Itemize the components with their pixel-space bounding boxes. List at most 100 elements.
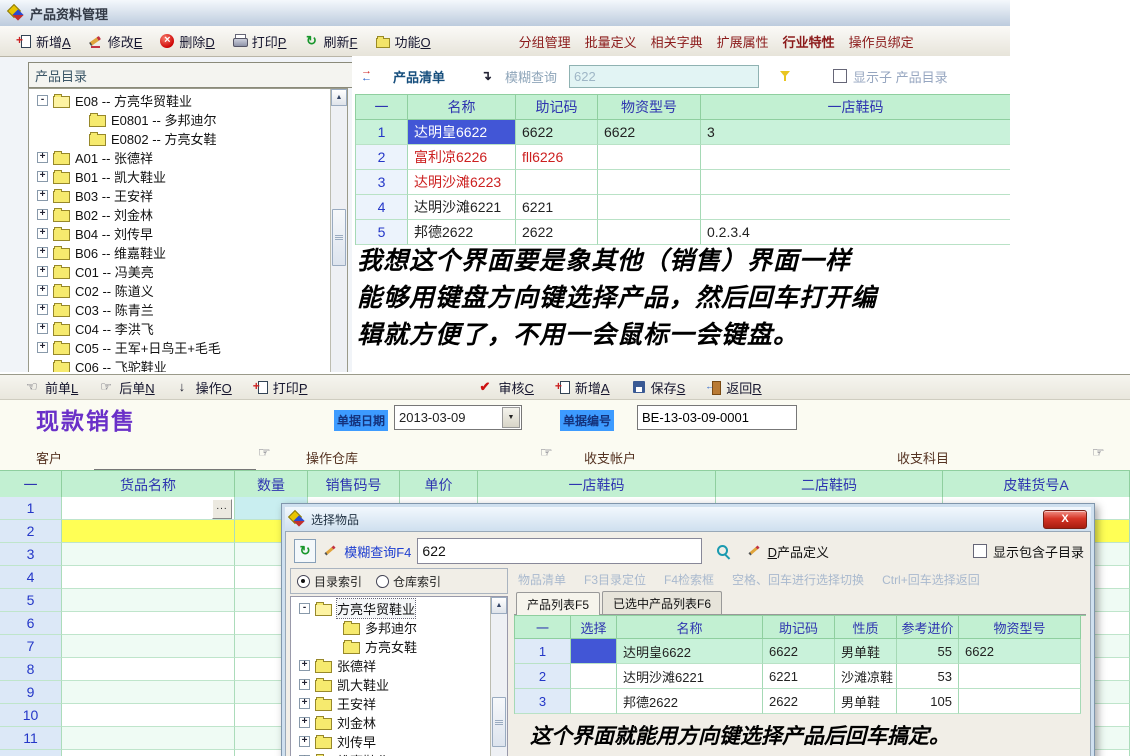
tree-expander-icon[interactable] — [299, 660, 310, 671]
cell-model[interactable] — [598, 145, 701, 170]
table-row[interactable]: 3 达明沙滩6223 — [355, 170, 1010, 195]
cell-item-name[interactable]: ... — [62, 612, 235, 635]
column-header[interactable]: 物资型号 — [598, 95, 701, 120]
prev-doc-button[interactable]: 前单L — [26, 378, 78, 397]
tree-item[interactable]: C02 -- 陈道义 — [29, 281, 347, 300]
cell-ref-price[interactable]: 53 — [897, 664, 959, 689]
table-row[interactable]: 2 达明沙滩6221 6221 沙滩凉鞋 53 — [514, 664, 1086, 689]
product-window-titlebar[interactable]: 产品资料管理 — [0, 0, 1010, 27]
table-row[interactable]: 1 达明皇6622 6622 男单鞋 55 6622 — [514, 639, 1086, 664]
column-header[interactable]: 一 — [356, 95, 408, 120]
cell-nature[interactable]: 沙滩凉鞋 — [835, 664, 897, 689]
show-sub-checkbox[interactable] — [833, 69, 847, 83]
tree-item[interactable]: B04 -- 刘传早 — [29, 224, 347, 243]
tree-item[interactable]: 刘金林 — [291, 713, 507, 732]
scrollbar-thumb[interactable] — [332, 209, 346, 266]
cell-shoe-size[interactable] — [701, 195, 1010, 220]
dialog-titlebar[interactable]: 选择物品 X — [285, 507, 1091, 531]
tree-item[interactable]: E0802 -- 方亮女鞋 — [29, 129, 347, 148]
column-header[interactable]: 性质 — [835, 616, 897, 639]
column-header[interactable]: 皮鞋货号A — [943, 471, 1130, 499]
column-header[interactable]: 货品名称 — [62, 471, 235, 499]
table-row[interactable]: 4 达明沙滩6221 6221 — [355, 195, 1010, 220]
doc-date-combo[interactable]: 2013-03-09 ▼ — [394, 405, 522, 430]
tree-expander-icon[interactable] — [299, 717, 310, 728]
cell-nature[interactable]: 男单鞋 — [835, 689, 897, 714]
cell-mnemonic[interactable]: fll6226 — [516, 145, 598, 170]
tree-item[interactable]: 方亮女鞋 — [291, 637, 507, 656]
lookup-button[interactable]: ... — [212, 499, 232, 519]
print-button[interactable]: 打印P — [224, 29, 296, 54]
cell-model[interactable] — [959, 664, 1081, 689]
audit-button[interactable]: 审核C — [479, 378, 533, 397]
tree-expander-icon[interactable] — [37, 285, 48, 296]
operate-button[interactable]: 操作O — [177, 378, 232, 397]
cell-item-name[interactable]: ... — [62, 658, 235, 681]
toolbar-link[interactable]: 扩展属性 — [717, 32, 769, 51]
warehouse-index-radio[interactable]: 仓库索引 — [376, 573, 441, 590]
tree-item[interactable]: C06 -- 飞驼鞋业 — [29, 357, 347, 372]
cell-name[interactable]: 邦德2622 — [617, 689, 763, 714]
cell-nature[interactable]: 男单鞋 — [835, 639, 897, 664]
tree-expander-icon[interactable] — [37, 342, 48, 353]
tree-item[interactable]: E0801 -- 多邦迪尔 — [29, 110, 347, 129]
toolbar-link[interactable]: 行业特性 — [783, 32, 835, 51]
table-row[interactable]: 2 富利凉6226 fll6226 — [355, 145, 1010, 170]
cell-model[interactable] — [598, 195, 701, 220]
cell-mnemonic[interactable] — [516, 170, 598, 195]
tree-item[interactable]: C01 -- 冯美亮 — [29, 262, 347, 281]
tree-expander-icon[interactable] — [37, 95, 48, 106]
cell-select[interactable] — [571, 689, 617, 714]
cell-shoe-size[interactable]: 3 — [701, 120, 1010, 145]
cell-ref-price[interactable]: 55 — [897, 639, 959, 664]
column-header[interactable]: 名称 — [408, 95, 516, 120]
tree-item[interactable]: A01 -- 张德祥 — [29, 148, 347, 167]
table-row[interactable]: 3 邦德2622 2622 男单鞋 105 — [514, 689, 1086, 714]
cell-mnemonic[interactable]: 6221 — [516, 195, 598, 220]
tree-item[interactable]: 凯大鞋业 — [291, 675, 507, 694]
tree-item[interactable]: B03 -- 王安祥 — [29, 186, 347, 205]
picker-hand-icon[interactable] — [540, 444, 553, 461]
tree-item[interactable]: 王安祥 — [291, 694, 507, 713]
cell-select[interactable] — [571, 664, 617, 689]
cell-name[interactable]: 达明皇6622 — [408, 120, 516, 145]
refresh-button[interactable]: 刷新F — [295, 29, 366, 54]
cell-item-name[interactable]: ... — [62, 520, 235, 543]
cell-mnemonic[interactable]: 6622 — [516, 120, 598, 145]
column-header[interactable]: 选择 — [571, 616, 617, 639]
function-button[interactable]: 功能O — [366, 29, 439, 54]
scroll-up-button[interactable]: ▲ — [331, 89, 347, 106]
swap-icon[interactable] — [361, 69, 375, 83]
dialog-tree-scrollbar[interactable]: ▲ — [490, 597, 507, 756]
cell-item-name[interactable]: ... — [62, 497, 235, 520]
add-button[interactable]: 新增A — [8, 29, 80, 54]
cell-name[interactable]: 达明沙滩6223 — [408, 170, 516, 195]
toolbar-link[interactable]: 相关字典 — [651, 32, 703, 51]
tree-item[interactable]: C05 -- 王军+日鸟王+毛毛 — [29, 338, 347, 357]
cell-ref-price[interactable]: 105 — [897, 689, 959, 714]
cell-item-name[interactable]: ... — [62, 681, 235, 704]
tree-expander-icon[interactable] — [37, 171, 48, 182]
refresh-button[interactable] — [294, 539, 316, 563]
tree-item[interactable]: E08 -- 方亮华贸鞋业 — [29, 91, 347, 110]
column-header[interactable]: 名称 — [617, 616, 763, 639]
delete-button[interactable]: 删除D — [151, 29, 223, 54]
column-header[interactable]: 参考进价 — [897, 616, 959, 639]
tree-item[interactable]: 张德祥 — [291, 656, 507, 675]
filter-icon[interactable] — [779, 69, 793, 83]
tree-item[interactable]: C04 -- 李洪飞 — [29, 319, 347, 338]
cell-model[interactable]: 6622 — [598, 120, 701, 145]
add-button[interactable]: 新增A — [556, 378, 610, 397]
tab-selected-list[interactable]: 已选中产品列表F6 — [602, 591, 722, 614]
toolbar-link[interactable]: 批量定义 — [585, 32, 637, 51]
next-doc-button[interactable]: 后单N — [100, 378, 154, 397]
picker-hand-icon[interactable] — [258, 444, 271, 461]
dialog-search-input[interactable] — [417, 538, 701, 564]
tree-expander-icon[interactable] — [37, 190, 48, 201]
tree-item[interactable]: 维嘉鞋业 — [291, 751, 507, 756]
catalog-scrollbar[interactable]: ▲ — [330, 89, 347, 372]
doc-number-input[interactable] — [637, 405, 797, 430]
toolbar-link[interactable]: 分组管理 — [519, 32, 571, 51]
tree-expander-icon[interactable] — [299, 603, 310, 614]
picker-hand-icon[interactable] — [1092, 444, 1105, 461]
